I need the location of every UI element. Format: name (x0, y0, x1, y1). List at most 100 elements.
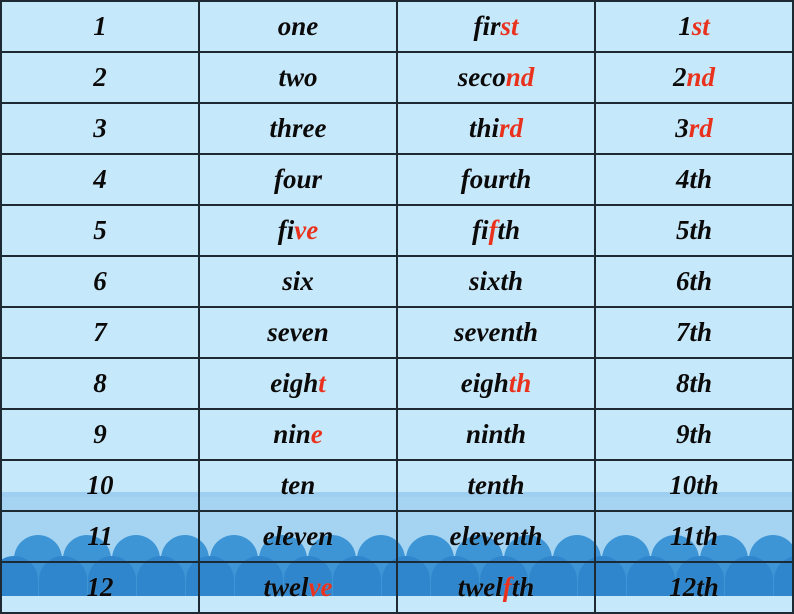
number-cell: 9 (0, 408, 200, 461)
table-row: 9 nine ninth 9th (0, 408, 794, 461)
word-part: fourth (460, 164, 532, 194)
abbreviation-cell: 9th (594, 408, 794, 461)
ordinal-cell: sixth (396, 255, 596, 308)
number-cell: 10 (0, 459, 200, 512)
abbreviation-cell: 5th (594, 204, 794, 257)
table-row: 5 five fifth 5th (0, 204, 794, 257)
number-cell: 11 (0, 510, 200, 563)
ordinal-cell: first (396, 0, 596, 53)
abbreviation-cell: 4th (594, 153, 794, 206)
number-cell: 8 (0, 357, 200, 410)
word-part: thi (468, 113, 499, 143)
ordinal-cell: seventh (396, 306, 596, 359)
abbreviation-cell: 7th (594, 306, 794, 359)
table-row: 11 eleven eleventh 11th (0, 510, 794, 563)
highlighted-suffix: th (508, 368, 532, 398)
word-part: 12th (669, 572, 719, 602)
ordinal-cell: fourth (396, 153, 596, 206)
abbreviation-cell: 6th (594, 255, 794, 308)
table-row: 1 one first 1st (0, 0, 794, 53)
ordinal-cell: ninth (396, 408, 596, 461)
word-part: eigh (460, 368, 509, 398)
word-part: 4th (675, 164, 713, 194)
abbreviation-cell: 2nd (594, 51, 794, 104)
ordinal-cell: twelfth (396, 561, 596, 614)
word-part: 2 (672, 62, 687, 92)
word-part: 11th (669, 521, 719, 551)
table-row: 12 twelve twelfth 12th (0, 561, 794, 614)
abbreviation-cell: 12th (594, 561, 794, 614)
highlighted-suffix: ve (294, 215, 319, 245)
number-text: 8 (93, 368, 107, 398)
number-cell: 2 (0, 51, 200, 104)
word-part: 1 (678, 11, 692, 41)
highlighted-suffix: nd (686, 62, 716, 92)
word-part: ten (280, 470, 316, 500)
abbreviation-cell: 11th (594, 510, 794, 563)
word-part: fir (473, 11, 501, 41)
highlighted-suffix: st (691, 11, 710, 41)
table-row: 7 seven seventh 7th (0, 306, 794, 359)
number-text: 2 (93, 62, 107, 92)
word-part: 3 (675, 113, 689, 143)
word-part: three (269, 113, 327, 143)
number-cell: 1 (0, 0, 200, 53)
word-part: one (277, 11, 319, 41)
ordinal-cell: second (396, 51, 596, 104)
number-text: 4 (93, 164, 107, 194)
cardinal-cell: five (198, 204, 398, 257)
word-part: tenth (467, 470, 525, 500)
number-text: 12 (86, 572, 114, 602)
abbreviation-cell: 3rd (594, 102, 794, 155)
word-part: seven (267, 317, 329, 347)
number-text: 3 (93, 113, 107, 143)
ordinal-cell: eighth (396, 357, 596, 410)
cardinal-cell: ten (198, 459, 398, 512)
cardinal-cell: nine (198, 408, 398, 461)
number-cell: 12 (0, 561, 200, 614)
highlighted-suffix: nd (505, 62, 535, 92)
table-row: 4 four fourth 4th (0, 153, 794, 206)
table-row: 6 six sixth 6th (0, 255, 794, 308)
word-part: 10th (669, 470, 719, 500)
ordinal-cell: eleventh (396, 510, 596, 563)
table-row: 8 eight eighth 8th (0, 357, 794, 410)
highlighted-suffix: ve (308, 572, 333, 602)
word-part: seco (457, 62, 506, 92)
word-part: twel (457, 572, 503, 602)
ordinal-cell: third (396, 102, 596, 155)
cardinal-cell: three (198, 102, 398, 155)
cardinal-cell: eleven (198, 510, 398, 563)
word-part: ninth (465, 419, 527, 449)
highlighted-suffix: rd (688, 113, 713, 143)
abbreviation-cell: 8th (594, 357, 794, 410)
highlighted-suffix: t (318, 368, 326, 398)
word-part: six (282, 266, 314, 296)
word-part: nin (273, 419, 311, 449)
word-part: th (511, 572, 535, 602)
number-cell: 3 (0, 102, 200, 155)
number-cell: 4 (0, 153, 200, 206)
word-part: sixth (468, 266, 524, 296)
cardinal-cell: eight (198, 357, 398, 410)
number-text: 5 (93, 215, 107, 245)
number-cell: 6 (0, 255, 200, 308)
ordinal-cell: tenth (396, 459, 596, 512)
ordinal-cell: fifth (396, 204, 596, 257)
word-part: seventh (454, 317, 538, 347)
word-part: two (278, 62, 318, 92)
abbreviation-cell: 10th (594, 459, 794, 512)
number-text: 9 (93, 419, 107, 449)
cardinal-cell: seven (198, 306, 398, 359)
highlighted-suffix: e (310, 419, 323, 449)
abbreviation-cell: 1st (594, 0, 794, 53)
highlighted-suffix: st (500, 11, 519, 41)
number-text: 6 (93, 266, 107, 296)
table-row: 10 ten tenth 10th (0, 459, 794, 512)
number-cell: 7 (0, 306, 200, 359)
word-part: twel (263, 572, 309, 602)
cardinal-cell: four (198, 153, 398, 206)
number-cell: 5 (0, 204, 200, 257)
number-text: 7 (93, 317, 107, 347)
word-part: 7th (675, 317, 713, 347)
